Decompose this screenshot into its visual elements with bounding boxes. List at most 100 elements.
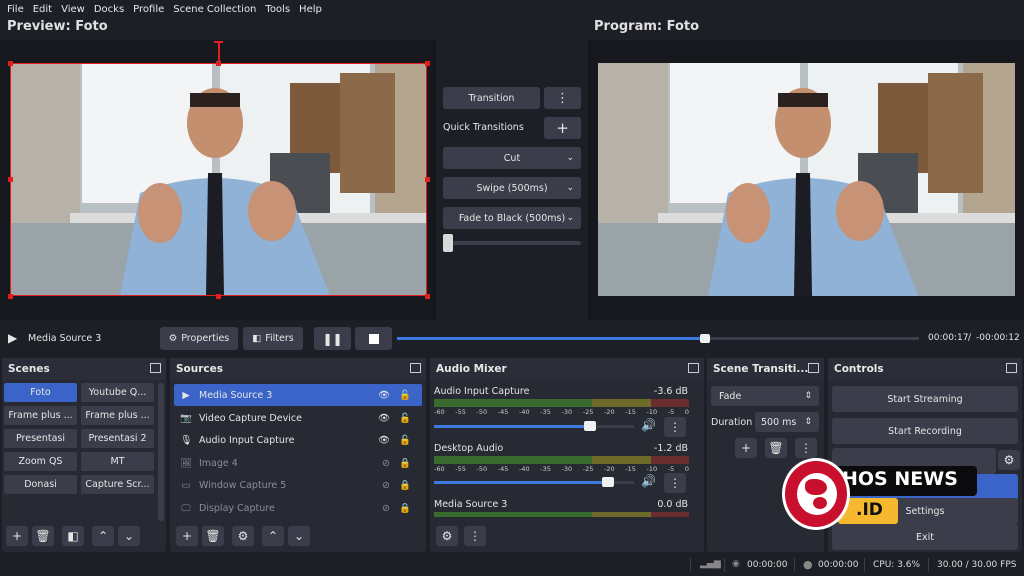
filters-button[interactable]: ◧ Filters bbox=[243, 327, 303, 350]
resize-handle-br[interactable] bbox=[425, 294, 430, 299]
mixer-settings-button[interactable]: ⚙ bbox=[436, 526, 458, 546]
rotation-handle[interactable] bbox=[218, 41, 220, 63]
stop-button[interactable] bbox=[355, 327, 392, 350]
scene-item[interactable]: Frame plus ... bbox=[81, 406, 154, 425]
eye-hidden-icon[interactable]: ⊘ bbox=[382, 458, 390, 469]
source-row[interactable]: ▭ Window Capture 5 ⊘ 🔒 bbox=[174, 474, 422, 496]
menu-help[interactable]: Help bbox=[299, 4, 322, 15]
menu-profile[interactable]: Profile bbox=[133, 4, 164, 15]
eye-hidden-icon[interactable]: ⊘ bbox=[382, 503, 390, 514]
remove-scene-button[interactable]: 🗑 bbox=[32, 526, 54, 546]
menu-tools[interactable]: Tools bbox=[265, 4, 290, 15]
speaker-icon[interactable]: 🔊 bbox=[641, 418, 656, 432]
lock-icon[interactable]: 🔒 bbox=[399, 503, 411, 514]
resize-handle-tl[interactable] bbox=[8, 61, 13, 66]
move-source-up-button[interactable]: ⌃ bbox=[262, 526, 284, 546]
window-icon: ▭ bbox=[181, 479, 191, 491]
mixer-menu-button[interactable]: ⋮ bbox=[464, 526, 486, 546]
meter-tick-label: -10 bbox=[646, 465, 658, 473]
transition-type-select[interactable]: Fade ⇕ bbox=[711, 386, 819, 406]
menu-view[interactable]: View bbox=[61, 4, 85, 15]
scene-item[interactable]: Frame plus ... bbox=[4, 406, 77, 425]
popout-icon[interactable] bbox=[808, 363, 819, 373]
source-row[interactable]: 🎙 Audio Input Capture 👁 🔓 bbox=[174, 429, 422, 451]
t-bar-track[interactable] bbox=[443, 241, 581, 245]
quick-transition-fade-to-black[interactable]: Fade to Black (500ms) ⌄ bbox=[443, 207, 581, 229]
resize-handle-bl[interactable] bbox=[8, 294, 13, 299]
volume-slider-handle[interactable] bbox=[602, 477, 614, 487]
scene-item[interactable]: Foto bbox=[4, 383, 77, 402]
lock-icon[interactable]: 🔒 bbox=[399, 480, 411, 491]
eye-icon[interactable]: 👁 bbox=[378, 413, 390, 424]
scenes-scrollbar[interactable] bbox=[158, 383, 164, 521]
eye-icon[interactable]: 👁 bbox=[378, 390, 390, 401]
scene-item[interactable]: Youtube Q... bbox=[81, 383, 154, 402]
transition-menu-button[interactable]: ⋮ bbox=[795, 438, 817, 458]
start-recording-button[interactable]: Start Recording bbox=[832, 418, 1018, 444]
start-streaming-button[interactable]: Start Streaming bbox=[832, 386, 1018, 412]
source-properties-button[interactable]: ⚙ bbox=[232, 526, 254, 546]
scene-item[interactable]: MT bbox=[81, 452, 154, 471]
remove-transition-button[interactable]: 🗑 bbox=[765, 438, 787, 458]
gear-icon: ⚙ bbox=[1003, 453, 1015, 467]
lock-open-icon[interactable]: 🔓 bbox=[399, 435, 411, 446]
eye-icon[interactable]: 👁 bbox=[378, 435, 390, 446]
lock-open-icon[interactable]: 🔓 bbox=[399, 390, 411, 401]
resize-handle-b[interactable] bbox=[216, 294, 221, 299]
add-scene-button[interactable]: + bbox=[6, 526, 28, 546]
menu-edit[interactable]: Edit bbox=[33, 4, 52, 15]
virtual-camera-settings-button[interactable]: ⚙ bbox=[998, 450, 1020, 470]
resize-handle-t[interactable] bbox=[216, 61, 221, 66]
source-row[interactable]: 🖵 Display Capture ⊘ 🔒 bbox=[174, 497, 422, 519]
popout-icon[interactable] bbox=[150, 363, 161, 373]
media-seek-handle[interactable] bbox=[699, 334, 710, 343]
popout-icon[interactable] bbox=[410, 363, 421, 373]
eye-hidden-icon[interactable]: ⊘ bbox=[382, 480, 390, 491]
channel-name: Media Source 3 bbox=[434, 499, 508, 510]
lock-icon[interactable]: 🔒 bbox=[399, 458, 411, 469]
speaker-icon[interactable]: 🔊 bbox=[641, 474, 656, 488]
meter-tick-label: -60 bbox=[434, 465, 445, 473]
properties-button[interactable]: ⚙ Properties bbox=[160, 327, 238, 350]
volume-slider-handle[interactable] bbox=[584, 421, 596, 431]
source-row[interactable]: 🖼 Image 4 ⊘ 🔒 bbox=[174, 452, 422, 474]
lock-open-icon[interactable]: 🔓 bbox=[399, 413, 411, 424]
pause-button[interactable]: ❚❚ bbox=[314, 327, 351, 350]
selection-box[interactable] bbox=[10, 63, 427, 296]
scene-item[interactable]: Presentasi bbox=[4, 429, 77, 448]
scene-filters-button[interactable]: ◧ bbox=[62, 526, 84, 546]
source-row[interactable]: 📷 Video Capture Device 👁 🔓 bbox=[174, 407, 422, 429]
camera-icon: 📷 bbox=[180, 412, 192, 424]
scene-item[interactable]: Presentasi 2 bbox=[81, 429, 154, 448]
menu-scene-collection[interactable]: Scene Collection bbox=[173, 4, 256, 15]
resize-handle-l[interactable] bbox=[8, 177, 13, 182]
channel-menu-button[interactable]: ⋮ bbox=[664, 473, 686, 493]
channel-name: Audio Input Capture bbox=[434, 386, 530, 397]
popout-icon[interactable] bbox=[688, 363, 699, 373]
duration-spinbox[interactable]: 500 ms ⇕ bbox=[755, 412, 819, 432]
menu-docks[interactable]: Docks bbox=[94, 4, 124, 15]
quick-transition-swipe[interactable]: Swipe (500ms) ⌄ bbox=[443, 177, 581, 199]
transition-button[interactable]: Transition bbox=[443, 87, 540, 109]
transition-more-button[interactable]: ⋮ bbox=[544, 87, 581, 109]
source-row[interactable]: ▶ Media Source 3 👁 🔓 bbox=[174, 384, 422, 406]
menu-file[interactable]: File bbox=[7, 4, 24, 15]
add-quick-transition-button[interactable]: + bbox=[544, 117, 581, 139]
resize-handle-r[interactable] bbox=[425, 177, 430, 182]
scene-item[interactable]: Donasi bbox=[4, 475, 77, 494]
resize-handle-tr[interactable] bbox=[425, 61, 430, 66]
move-scene-up-button[interactable]: ⌃ bbox=[92, 526, 114, 546]
move-scene-down-button[interactable]: ⌄ bbox=[118, 526, 140, 546]
scene-item[interactable]: Capture Scr... bbox=[81, 475, 154, 494]
move-source-down-button[interactable]: ⌄ bbox=[288, 526, 310, 546]
channel-menu-button[interactable]: ⋮ bbox=[664, 417, 686, 437]
chevron-down-icon: ⌄ bbox=[293, 529, 305, 543]
t-bar-handle[interactable] bbox=[443, 234, 453, 252]
add-transition-button[interactable]: + bbox=[735, 438, 757, 458]
remove-source-button[interactable]: 🗑 bbox=[202, 526, 224, 546]
quick-transition-cut[interactable]: Cut ⌄ bbox=[443, 147, 581, 169]
updown-icon: ⇕ bbox=[804, 417, 812, 427]
scene-item[interactable]: Zoom QS bbox=[4, 452, 77, 471]
popout-icon[interactable] bbox=[1006, 363, 1017, 373]
add-source-button[interactable]: + bbox=[176, 526, 198, 546]
